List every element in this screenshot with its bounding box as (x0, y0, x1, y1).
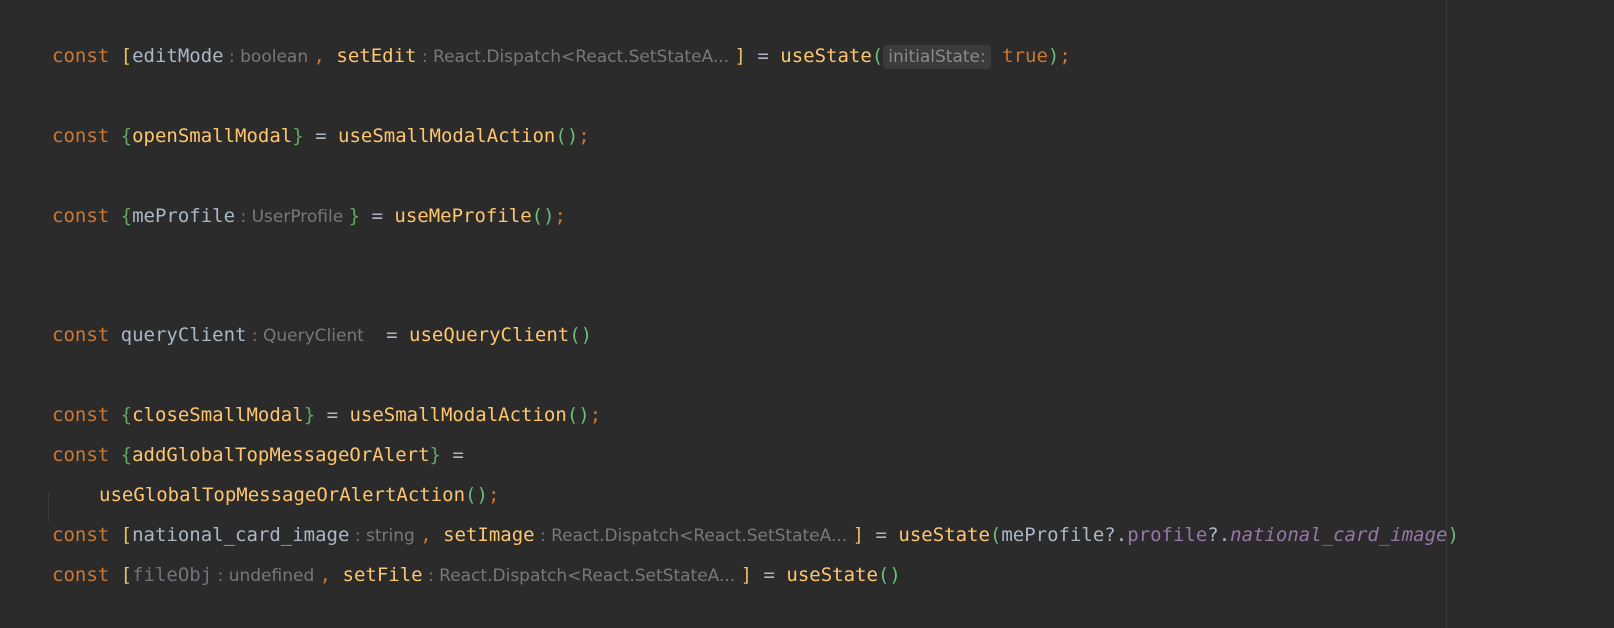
parens: () (877, 564, 901, 586)
assign-operator: = (360, 205, 395, 227)
keyword-const: const (52, 205, 110, 227)
semicolon: ; (589, 404, 602, 426)
assign-operator: = (745, 45, 781, 67)
parameter-hint-initialstate: initialState: (883, 45, 991, 69)
comma: , (319, 564, 343, 586)
variable-national-card-image[interactable]: national_card_image (132, 524, 349, 546)
semicolon: ; (554, 205, 566, 227)
optional-chain: ?. (1104, 524, 1128, 546)
code-line-4[interactable]: const queryClient : QueryClient = useQue… (52, 322, 592, 348)
assign-operator: = (303, 125, 339, 147)
brace-close: } (429, 444, 441, 466)
function-usestate[interactable]: useState (780, 45, 872, 67)
brace-open: { (109, 404, 133, 426)
variable-setimage[interactable]: setImage (443, 524, 535, 546)
paren-open: ( (871, 45, 884, 67)
type-hint-queryclient: : QueryClient (246, 326, 375, 346)
variable-setfile[interactable]: setFile (343, 564, 423, 586)
keyword-const: const (52, 444, 110, 466)
function-usequeryclient[interactable]: useQueryClient (409, 324, 569, 346)
assign-operator: = (315, 404, 350, 426)
semicolon: ; (1059, 45, 1071, 67)
type-hint-undefined: : undefined (212, 566, 320, 586)
optional-chain: ?. (1207, 524, 1231, 546)
type-hint-dispatch: : React.Dispatch<React.SetStateA... (416, 47, 735, 67)
parens: () (531, 205, 555, 227)
type-hint-boolean: : boolean (223, 47, 314, 67)
semicolon: ; (487, 484, 500, 506)
code-line-5[interactable]: const {closeSmallModal} = useSmallModalA… (52, 402, 601, 428)
assign-operator: = (752, 564, 787, 586)
function-usestate[interactable]: useState (786, 564, 878, 586)
parens: () (569, 324, 593, 346)
function-usemeprofile[interactable]: useMeProfile (394, 205, 531, 227)
bracket-close: ] (734, 45, 746, 67)
brace-open: { (109, 125, 133, 147)
variable-closesmallmodal[interactable]: closeSmallModal (132, 404, 304, 426)
bracket-open: [ (109, 564, 133, 586)
keyword-const: const (52, 404, 110, 426)
variable-setedit[interactable]: setEdit (336, 45, 416, 67)
paren-close: ) (1047, 45, 1060, 67)
keyword-const: const (52, 324, 110, 346)
brace-open: { (109, 205, 133, 227)
function-usestate[interactable]: useState (898, 524, 990, 546)
paren-open: ( (989, 524, 1002, 546)
property-national-card-image[interactable]: national_card_image (1230, 524, 1447, 546)
comma: , (420, 524, 444, 546)
keyword-const: const (52, 564, 110, 586)
paren-close: ) (1447, 524, 1459, 546)
keyword-const: const (52, 45, 110, 67)
variable-meprofile[interactable]: meProfile (132, 205, 235, 227)
type-hint-dispatch: : React.Dispatch<React.SetStateA... (422, 566, 741, 586)
brace-open: { (109, 444, 133, 466)
bracket-open: [ (109, 524, 133, 546)
brace-close: } (303, 404, 316, 426)
parens: () (465, 484, 488, 506)
code-line-2[interactable]: const {openSmallModal} = useSmallModalAc… (52, 123, 590, 149)
assign-operator: = (864, 524, 899, 546)
code-line-6[interactable]: const {addGlobalTopMessageOrAlert} = (52, 442, 464, 468)
code-editor[interactable]: const [editMode : boolean , setEdit : Re… (0, 0, 1614, 628)
comma: , (313, 45, 337, 67)
semicolon: ; (578, 125, 590, 147)
bracket-open: [ (109, 45, 133, 67)
literal-true: true (990, 45, 1048, 67)
bracket-close: ] (740, 564, 753, 586)
brace-close: } (348, 205, 361, 227)
code-line-9[interactable]: const [fileObj : undefined , setFile : R… (52, 562, 901, 588)
code-line-1[interactable]: const [editMode : boolean , setEdit : Re… (52, 43, 1071, 69)
code-line-3[interactable]: const {meProfile : UserProfile } = useMe… (52, 203, 566, 229)
argument-meprofile[interactable]: meProfile (1001, 524, 1104, 546)
type-hint-dispatch: : React.Dispatch<React.SetStateA... (534, 526, 853, 546)
type-hint-string: : string (349, 526, 421, 546)
indent-guide (48, 492, 49, 522)
parens: () (566, 404, 590, 426)
code-line-7[interactable]: useGlobalTopMessageOrAlertAction(); (99, 482, 499, 508)
brace-close: } (292, 125, 304, 147)
type-hint-userprofile: : UserProfile (235, 207, 349, 227)
code-line-8[interactable]: const [national_card_image : string , se… (52, 522, 1459, 548)
assign-operator: = (440, 444, 464, 466)
property-profile[interactable]: profile (1127, 524, 1207, 546)
keyword-const: const (52, 524, 110, 546)
variable-editmode[interactable]: editMode (132, 45, 224, 67)
parens: () (555, 125, 579, 147)
function-usesmallmodalaction[interactable]: useSmallModalAction (349, 404, 566, 426)
variable-addglobaltopmessageoralert[interactable]: addGlobalTopMessageOrAlert (132, 444, 429, 466)
function-useglobaltopmessageoralertaction[interactable]: useGlobalTopMessageOrAlertAction (99, 484, 465, 506)
variable-opensmallmodal[interactable]: openSmallModal (132, 125, 292, 147)
assign-operator: = (374, 324, 410, 346)
keyword-const: const (52, 125, 110, 147)
function-usesmallmodalaction[interactable]: useSmallModalAction (338, 125, 555, 147)
bracket-close: ] (852, 524, 865, 546)
variable-queryclient[interactable]: queryClient (109, 324, 247, 346)
variable-fileobj[interactable]: fileObj (132, 564, 212, 586)
